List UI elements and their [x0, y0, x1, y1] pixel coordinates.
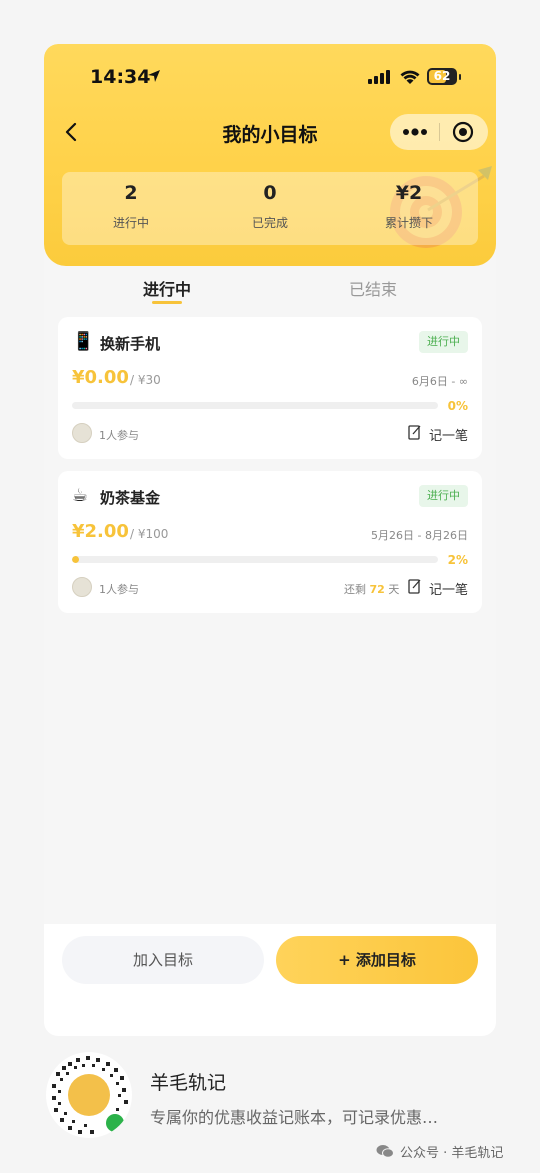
watermark-text: 公众号 · 羊毛轨记	[400, 1146, 504, 1161]
target-amount: / ¥100	[130, 527, 169, 541]
status-badge: 进行中	[419, 331, 468, 353]
stat-value: ¥2	[395, 182, 423, 204]
edit-note-icon[interactable]	[408, 578, 422, 594]
header: 14:34 62 我的小目标 2 进行中 0 已完成 ¥2 累计攒下	[44, 44, 496, 266]
coffee-icon: ☕	[72, 485, 89, 506]
tab-in-progress[interactable]: 进行中	[97, 276, 237, 300]
miniprogram-name: 羊毛轨记	[150, 1072, 227, 1094]
miniprogram-badge-icon	[106, 1114, 124, 1132]
tab-bar: 进行中 已结束	[44, 272, 496, 312]
remaining-days-value: 72	[369, 583, 385, 596]
stat-completed: 0 已完成	[201, 182, 339, 231]
record-button[interactable]: 记一笔	[429, 579, 468, 598]
avatar	[72, 423, 92, 443]
stat-label: 已完成	[251, 216, 288, 230]
miniprogram-qr-code	[46, 1052, 132, 1138]
date-range: 6月6日 - ∞	[411, 375, 468, 388]
progress-percent: 2%	[447, 553, 468, 567]
battery-level: 62	[433, 69, 451, 83]
record-button[interactable]: 记一笔	[429, 425, 468, 444]
close-target-icon[interactable]	[452, 121, 474, 143]
battery-tip	[459, 74, 461, 80]
stat-label: 进行中	[112, 216, 149, 230]
watermark: 公众号 · 羊毛轨记	[376, 1142, 503, 1161]
bottom-action-bar: 加入目标 + 添加目标	[44, 924, 496, 1036]
saved-amount: ¥2.00	[72, 521, 129, 542]
participants-count: 1人参与	[99, 429, 139, 442]
stats-panel: 2 进行中 0 已完成 ¥2 累计攒下	[62, 172, 478, 245]
date-range: 5月26日 - 8月26日	[371, 529, 468, 542]
join-goal-button[interactable]: 加入目标	[62, 936, 264, 984]
stat-value: 0	[263, 182, 277, 204]
stat-in-progress: 2 进行中	[62, 182, 200, 231]
stat-total-saved: ¥2 累计攒下	[340, 182, 478, 231]
tab-ended[interactable]: 已结束	[303, 276, 443, 300]
remaining-suffix: 天	[388, 583, 400, 596]
target-amount: / ¥30	[130, 373, 161, 387]
participants-count: 1人参与	[99, 583, 139, 596]
remaining-prefix: 还剩	[344, 583, 366, 596]
active-tab-indicator	[152, 301, 182, 304]
progress-bar	[72, 556, 438, 563]
progress-fill	[72, 556, 80, 563]
location-arrow-icon	[148, 70, 160, 82]
wechat-icon	[376, 1145, 394, 1158]
remaining-days: 还剩 72 天	[344, 581, 399, 597]
qr-logo-sheep	[68, 1074, 110, 1116]
capsule-divider	[439, 123, 440, 141]
saved-amount: ¥0.00	[72, 367, 129, 388]
mini-program-window: 14:34 62 我的小目标 2 进行中 0 已完成 ¥2 累计攒下 进行中 已…	[44, 44, 496, 1036]
goal-name: 换新手机	[100, 335, 161, 353]
stat-value: 2	[124, 182, 138, 204]
progress-percent: 0%	[447, 399, 468, 413]
stat-label: 累计攒下	[384, 216, 433, 230]
more-dots-icon[interactable]	[402, 124, 428, 140]
goal-card[interactable]: ☕ 奶茶基金 进行中 ¥2.00 / ¥100 5月26日 - 8月26日 2%…	[58, 471, 482, 613]
goal-card[interactable]: 📱 换新手机 进行中 ¥0.00 / ¥30 6月6日 - ∞ 0% 1人参与 …	[58, 317, 482, 459]
phone-icon: 📱	[72, 331, 95, 352]
status-time: 14:34	[90, 66, 151, 88]
add-goal-button[interactable]: + 添加目标	[276, 936, 478, 984]
miniprogram-description: 专属你的优惠收益记账本，可记录优惠…	[150, 1108, 439, 1127]
cellular-signal-icon	[368, 70, 390, 84]
progress-bar	[72, 402, 438, 409]
status-bar: 14:34 62	[44, 64, 496, 92]
miniprogram-capsule	[390, 114, 488, 150]
edit-note-icon[interactable]	[408, 424, 422, 440]
battery-icon: 62	[427, 68, 457, 85]
status-badge: 进行中	[419, 485, 468, 507]
wifi-icon	[400, 70, 420, 84]
avatar	[72, 577, 92, 597]
goal-name: 奶茶基金	[100, 489, 161, 507]
